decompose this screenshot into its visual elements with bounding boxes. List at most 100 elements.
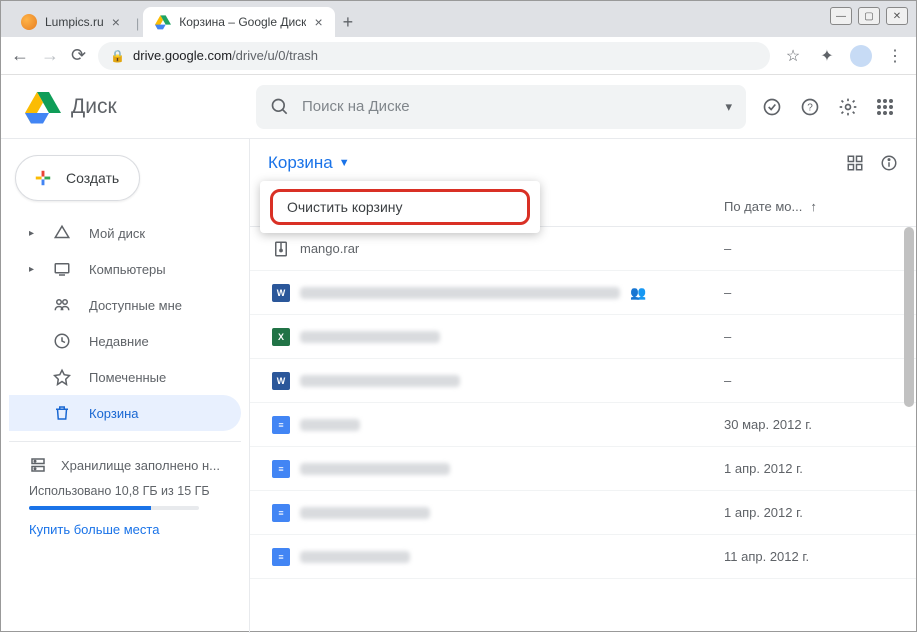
file-row[interactable]: mango.rar– bbox=[250, 227, 916, 271]
file-row[interactable]: W– bbox=[250, 359, 916, 403]
minimize-button[interactable]: — bbox=[830, 7, 852, 25]
col-date-label: По дате мо... bbox=[724, 199, 802, 214]
help-icon[interactable]: ? bbox=[800, 97, 824, 117]
sidebar-item-recent[interactable]: Недавние bbox=[9, 323, 241, 359]
empty-trash-label: Очистить корзину bbox=[287, 199, 403, 215]
drive-logo[interactable]: Диск bbox=[25, 89, 240, 125]
empty-trash-menu-item[interactable]: Очистить корзину bbox=[270, 189, 530, 225]
col-date-header[interactable]: По дате мо... ↑ bbox=[724, 199, 894, 214]
create-label: Создать bbox=[66, 170, 119, 186]
divider bbox=[9, 441, 241, 442]
bookmark-icon[interactable]: ☆ bbox=[782, 46, 804, 66]
buy-storage-link[interactable]: Купить больше места bbox=[29, 522, 233, 537]
file-name: 👥 bbox=[300, 285, 724, 301]
browser-tab-drive[interactable]: Корзина – Google Диск × bbox=[143, 7, 334, 37]
forward-button[interactable]: → bbox=[41, 45, 59, 66]
sidebar-label: Корзина bbox=[89, 406, 139, 421]
extensions-icon[interactable]: ✦ bbox=[816, 46, 838, 66]
chevron-down-icon: ▼ bbox=[339, 157, 350, 169]
sidebar-item-computers[interactable]: ▸ Компьютеры bbox=[9, 251, 241, 287]
settings-icon[interactable] bbox=[838, 97, 862, 117]
file-row[interactable]: ≡11 апр. 2012 г. bbox=[250, 535, 916, 579]
excel-file-icon: X bbox=[272, 328, 300, 346]
url-path: /drive/u/0/trash bbox=[232, 48, 318, 63]
drive-header: Диск Поиск на Диске ▾ ? bbox=[1, 75, 916, 139]
breadcrumb-dropdown[interactable]: Корзина ▼ bbox=[268, 153, 350, 173]
back-button[interactable]: ← bbox=[11, 45, 29, 66]
file-row[interactable]: ≡30 мар. 2012 г. bbox=[250, 403, 916, 447]
sidebar-item-shared[interactable]: Доступные мне bbox=[9, 287, 241, 323]
url-text: drive.google.com/drive/u/0/trash bbox=[133, 48, 318, 63]
favicon-drive bbox=[155, 14, 171, 30]
file-row[interactable]: ≡ 1 апр. 2012 г. bbox=[250, 491, 916, 535]
redacted-text bbox=[300, 463, 450, 475]
expand-icon[interactable]: ▸ bbox=[29, 228, 37, 239]
ready-offline-icon[interactable] bbox=[762, 97, 786, 117]
sidebar-label: Недавние bbox=[89, 334, 149, 349]
file-date: – bbox=[724, 285, 894, 300]
storage-title-row[interactable]: Хранилище заполнено н... bbox=[29, 456, 233, 474]
sidebar-item-my-drive[interactable]: ▸ Мой диск bbox=[9, 215, 241, 251]
file-row[interactable]: ≡1 апр. 2012 г. bbox=[250, 447, 916, 491]
trash-icon bbox=[53, 404, 73, 422]
word-file-icon: W bbox=[272, 372, 300, 390]
search-box[interactable]: Поиск на Диске ▾ bbox=[256, 85, 746, 129]
gdoc-file-icon: ≡ bbox=[272, 504, 300, 522]
sidebar-item-trash[interactable]: Корзина bbox=[9, 395, 241, 431]
svg-text:?: ? bbox=[807, 102, 813, 113]
info-icon[interactable] bbox=[880, 154, 898, 172]
new-tab-button[interactable]: + bbox=[335, 12, 362, 37]
recent-icon bbox=[53, 332, 73, 350]
file-name bbox=[300, 331, 724, 343]
file-name bbox=[300, 419, 724, 431]
search-icon bbox=[270, 97, 290, 117]
close-window-button[interactable]: ✕ bbox=[886, 7, 908, 25]
redacted-text bbox=[300, 375, 460, 387]
file-row[interactable]: X– bbox=[250, 315, 916, 359]
file-date: 1 апр. 2012 г. bbox=[724, 461, 894, 476]
sidebar-label: Помеченные bbox=[89, 370, 166, 385]
storage-fill bbox=[29, 506, 151, 510]
file-date: 1 апр. 2012 г. bbox=[724, 505, 894, 520]
apps-grid-icon[interactable] bbox=[876, 98, 900, 116]
storage-bar bbox=[29, 506, 199, 510]
scrollbar-thumb[interactable] bbox=[904, 227, 914, 407]
tab-title: Lumpics.ru bbox=[45, 15, 104, 29]
storage-usage: Использовано 10,8 ГБ из 15 ГБ bbox=[29, 484, 233, 498]
storage-title: Хранилище заполнено н... bbox=[61, 458, 220, 473]
close-tab-icon[interactable]: × bbox=[314, 14, 322, 30]
file-list[interactable]: mango.rar–W👥–X–W–≡30 мар. 2012 г.≡1 апр.… bbox=[250, 227, 916, 633]
sidebar-item-starred[interactable]: Помеченные bbox=[9, 359, 241, 395]
gdoc-file-icon: ≡ bbox=[272, 416, 300, 434]
browser-menu-icon[interactable]: ⋮ bbox=[884, 46, 906, 66]
sidebar-label: Доступные мне bbox=[89, 298, 182, 313]
trash-dropdown-menu: Очистить корзину bbox=[260, 181, 540, 233]
browser-tab-strip: Lumpics.ru × | Корзина – Google Диск × +… bbox=[1, 1, 916, 37]
address-bar: ← → ⟳ 🔒 drive.google.com/drive/u/0/trash… bbox=[1, 37, 916, 75]
file-row[interactable]: W👥– bbox=[250, 271, 916, 315]
maximize-button[interactable]: ▢ bbox=[858, 7, 880, 25]
file-date: – bbox=[724, 241, 894, 256]
archive-file-icon bbox=[272, 240, 300, 258]
file-name bbox=[300, 375, 724, 387]
redacted-text bbox=[300, 551, 410, 563]
reload-button[interactable]: ⟳ bbox=[71, 45, 86, 66]
lock-icon: 🔒 bbox=[110, 49, 125, 63]
url-input[interactable]: 🔒 drive.google.com/drive/u/0/trash bbox=[98, 42, 770, 70]
search-options-icon[interactable]: ▾ bbox=[725, 99, 732, 115]
expand-icon[interactable]: ▸ bbox=[29, 264, 37, 275]
window-controls: — ▢ ✕ bbox=[830, 7, 908, 25]
file-name bbox=[300, 507, 724, 519]
profile-avatar[interactable] bbox=[850, 45, 872, 67]
drive-logo-icon bbox=[25, 89, 61, 125]
redacted-text bbox=[300, 331, 440, 343]
plus-icon bbox=[30, 165, 56, 191]
file-name: mango.rar bbox=[300, 241, 724, 256]
view-grid-icon[interactable] bbox=[846, 154, 864, 172]
storage-section: Хранилище заполнено н... Использовано 10… bbox=[9, 452, 241, 537]
file-name bbox=[300, 551, 724, 563]
close-tab-icon[interactable]: × bbox=[112, 14, 120, 30]
my-drive-icon bbox=[53, 224, 73, 242]
create-button[interactable]: Создать bbox=[15, 155, 140, 201]
browser-tab-lumpics[interactable]: Lumpics.ru × bbox=[9, 7, 132, 37]
